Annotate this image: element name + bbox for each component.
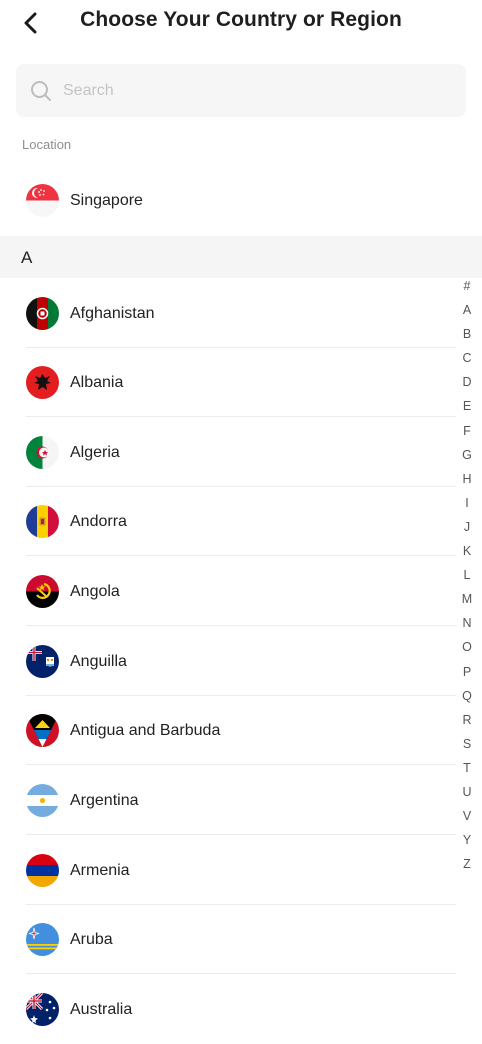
afghanistan-flag-icon — [26, 297, 59, 330]
country-name: Andorra — [70, 512, 127, 530]
index-letter[interactable]: P — [455, 660, 479, 684]
divider — [26, 973, 456, 974]
country-row-afghanistan[interactable]: Afghanistan — [0, 279, 456, 348]
country-name: Australia — [70, 1000, 133, 1018]
country-row-anguilla[interactable]: Anguilla — [0, 627, 456, 696]
andorra-flag-icon — [26, 505, 59, 538]
albania-flag-icon — [26, 366, 59, 399]
index-letter[interactable]: U — [455, 780, 479, 804]
index-letter[interactable]: C — [455, 346, 479, 370]
divider — [26, 834, 456, 835]
index-letter[interactable]: M — [455, 587, 479, 611]
country-row-angola[interactable]: Angola — [0, 557, 456, 626]
index-letter[interactable]: T — [455, 756, 479, 780]
location-label: Location — [22, 137, 72, 152]
country-name: Angola — [70, 582, 120, 600]
index-letter[interactable]: S — [455, 732, 479, 756]
country-row-algeria[interactable]: Algeria — [0, 418, 456, 487]
index-letter[interactable]: N — [455, 611, 479, 635]
antigua-and-barbuda-flag-icon — [26, 714, 59, 747]
divider — [26, 764, 456, 765]
index-letter[interactable]: V — [455, 804, 479, 828]
section-header: A — [0, 236, 482, 278]
index-letter[interactable]: A — [455, 298, 479, 322]
index-letter[interactable]: Q — [455, 684, 479, 708]
country-name: Anguilla — [70, 652, 127, 670]
search-input[interactable] — [63, 75, 443, 106]
index-letter[interactable]: R — [455, 708, 479, 732]
index-letter[interactable]: H — [455, 467, 479, 491]
country-name: Armenia — [70, 861, 130, 879]
divider — [26, 625, 456, 626]
country-name: Aruba — [70, 930, 113, 948]
index-letter[interactable]: F — [455, 419, 479, 443]
country-name: Albania — [70, 373, 124, 391]
alphabet-index[interactable]: # A B C D E F G H I J K L M N O P Q R S T U V Y Z — [455, 274, 479, 876]
angola-flag-icon — [26, 575, 59, 608]
algeria-flag-icon — [26, 436, 59, 469]
divider — [26, 555, 456, 556]
index-letter[interactable]: G — [455, 443, 479, 467]
header: Choose Your Country or Region — [0, 0, 482, 46]
divider — [26, 416, 456, 417]
index-letter[interactable]: E — [455, 394, 479, 418]
argentina-flag-icon — [26, 784, 59, 817]
country-row-australia[interactable]: Australia — [0, 975, 456, 1044]
country-row-aruba[interactable]: Aruba — [0, 905, 456, 974]
country-row-antigua-and-barbuda[interactable]: Antigua and Barbuda — [0, 696, 456, 765]
index-letter[interactable]: J — [455, 515, 479, 539]
country-row-albania[interactable]: Albania — [0, 348, 456, 417]
country-name: Antigua and Barbuda — [70, 721, 221, 739]
country-name: Singapore — [70, 191, 143, 209]
country-row-argentina[interactable]: Argentina — [0, 766, 456, 835]
singapore-flag-icon — [26, 184, 59, 217]
section-letter: A — [21, 248, 33, 267]
index-letter[interactable]: I — [455, 491, 479, 515]
index-letter[interactable]: Z — [455, 852, 479, 876]
anguilla-flag-icon — [26, 645, 59, 678]
country-row-andorra[interactable]: Andorra — [0, 487, 456, 556]
index-letter[interactable]: Y — [455, 828, 479, 852]
page-title: Choose Your Country or Region — [80, 8, 402, 31]
country-row-singapore[interactable]: Singapore — [0, 166, 456, 235]
country-name: Afghanistan — [70, 304, 155, 322]
country-name: Algeria — [70, 443, 120, 461]
index-letter[interactable]: L — [455, 563, 479, 587]
index-letter[interactable]: O — [455, 635, 479, 659]
search-bar[interactable] — [16, 64, 466, 117]
index-letter[interactable]: K — [455, 539, 479, 563]
armenia-flag-icon — [26, 854, 59, 887]
australia-flag-icon — [26, 993, 59, 1026]
index-letter[interactable]: D — [455, 370, 479, 394]
search-icon — [29, 79, 53, 103]
country-row-armenia[interactable]: Armenia — [0, 836, 456, 905]
country-name: Argentina — [70, 791, 139, 809]
aruba-flag-icon — [26, 923, 59, 956]
index-letter[interactable]: B — [455, 322, 479, 346]
index-letter[interactable]: # — [455, 274, 479, 298]
